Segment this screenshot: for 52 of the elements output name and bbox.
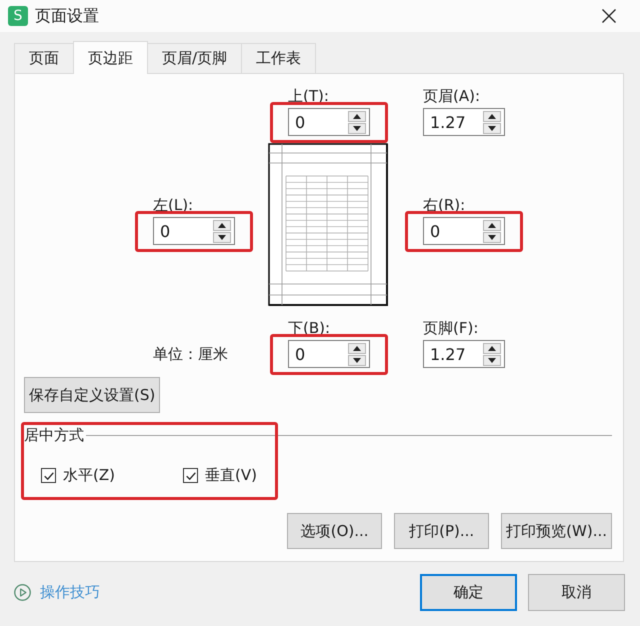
unit-label: 单位：厘米 bbox=[153, 344, 229, 365]
down-arrow-icon bbox=[488, 126, 496, 131]
spin-up-button[interactable] bbox=[348, 111, 366, 122]
app-logo: S bbox=[8, 6, 28, 26]
spin-down-button[interactable] bbox=[483, 355, 501, 366]
checkbox-label[interactable]: 垂直(V) bbox=[205, 466, 257, 485]
spin-down-button[interactable] bbox=[483, 232, 501, 243]
down-arrow-icon bbox=[353, 358, 361, 363]
up-arrow-icon bbox=[488, 346, 496, 351]
field-label: 下(B): bbox=[288, 320, 330, 336]
checkmark-icon bbox=[44, 472, 54, 480]
spin-up-button[interactable] bbox=[483, 220, 501, 231]
spin-up-button[interactable] bbox=[483, 111, 501, 122]
dialog-button[interactable]: 确定 bbox=[420, 574, 517, 611]
field-label: 页脚(F): bbox=[423, 320, 478, 336]
group-title: 居中方式 bbox=[24, 427, 84, 443]
save-settings-button[interactable]: 保存自定义设置(S) bbox=[24, 377, 160, 413]
field-label: 上(T): bbox=[288, 88, 329, 104]
close-icon bbox=[602, 9, 616, 23]
down-arrow-icon bbox=[218, 235, 226, 240]
field-label: 页眉(A): bbox=[423, 88, 480, 104]
close-button[interactable] bbox=[602, 9, 616, 23]
spin-down-button[interactable] bbox=[483, 123, 501, 134]
spin-down-button[interactable] bbox=[213, 232, 231, 243]
down-arrow-icon bbox=[488, 358, 496, 363]
checkmark-icon bbox=[186, 472, 196, 480]
up-arrow-icon bbox=[353, 346, 361, 351]
tab[interactable]: 工作表 bbox=[241, 43, 316, 73]
window-title: 页面设置 bbox=[35, 6, 99, 26]
down-arrow-icon bbox=[353, 126, 361, 131]
spin-up-button[interactable] bbox=[213, 220, 231, 231]
checkbox[interactable] bbox=[41, 468, 56, 483]
checkbox-label[interactable]: 水平(Z) bbox=[63, 466, 115, 485]
spin-down-button[interactable] bbox=[348, 355, 366, 366]
up-arrow-icon bbox=[488, 114, 496, 119]
spin-up-button[interactable] bbox=[483, 343, 501, 354]
tab[interactable]: 页面 bbox=[14, 43, 74, 73]
checkbox[interactable] bbox=[183, 468, 198, 483]
play-circle-icon bbox=[14, 584, 31, 601]
field-label: 右(R): bbox=[423, 197, 466, 213]
tab[interactable]: 页边距 bbox=[73, 41, 148, 74]
field-label: 左(L): bbox=[153, 197, 194, 213]
spin-up-button[interactable] bbox=[348, 343, 366, 354]
up-arrow-icon bbox=[488, 223, 496, 228]
dialog-button[interactable]: 打印(P)... bbox=[394, 513, 490, 549]
dialog-button[interactable]: 选项(O)... bbox=[287, 513, 382, 549]
spin-down-button[interactable] bbox=[348, 123, 366, 134]
down-arrow-icon bbox=[488, 235, 496, 240]
dialog-button[interactable]: 打印预览(W)... bbox=[501, 513, 612, 549]
up-arrow-icon bbox=[353, 114, 361, 119]
dialog-button[interactable]: 取消 bbox=[528, 574, 625, 611]
up-arrow-icon bbox=[218, 223, 226, 228]
